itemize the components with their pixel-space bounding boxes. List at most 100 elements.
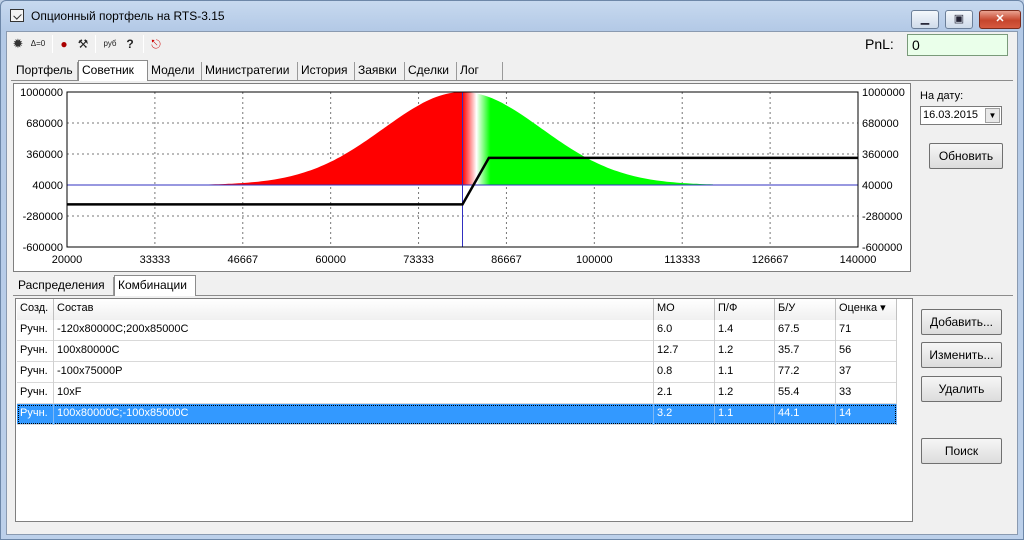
cell-bu: 67.5 (775, 320, 836, 341)
cell-created: Ручн. (17, 383, 54, 404)
minimize-button[interactable]: ▁ (911, 10, 939, 29)
cell-bu: 77.2 (775, 362, 836, 383)
date-value: 16.03.2015 (923, 109, 979, 121)
toolbar: ✹ Δ=0 ● ⚒ руб ? ⎋ PnL: 0 (7, 32, 1017, 56)
tab-divider (11, 80, 1013, 81)
col-header-bu[interactable]: Б/У (775, 299, 836, 320)
x-tick-label: 46667 (227, 254, 258, 266)
wrench-icon[interactable]: ⚒ (75, 36, 91, 52)
col-header-score-label: Оценка (839, 302, 878, 314)
cell-pf: 1.1 (715, 362, 775, 383)
sort-down-icon: ▾ (880, 302, 886, 314)
client-area: ✹ Δ=0 ● ⚒ руб ? ⎋ PnL: 0 Портфель Советн… (6, 31, 1018, 535)
tab-orders[interactable]: Заявки (355, 62, 405, 80)
col-header-pf[interactable]: П/Ф (715, 299, 775, 320)
cell-score: 71 (836, 320, 897, 341)
pnl-label: PnL: (865, 36, 894, 52)
title-bar[interactable]: Опционный портфель на RTS-3.15 ▁ ▣ ✕ (1, 1, 1023, 31)
cell-mo: 12.7 (654, 341, 715, 362)
x-tick-label: 86667 (491, 254, 522, 266)
chart-panel: 20000 33333 46667 60000 73333 86667 100000 1133… (13, 83, 911, 272)
close-icon: ✕ (995, 13, 1005, 25)
cell-created: Ручн. (17, 404, 54, 425)
combinations-table[interactable]: Созд. Состав МО П/Ф Б/У Оценка ▾ Ручн. -1… (15, 298, 913, 522)
y-tick-label-right: -600000 (862, 242, 902, 254)
y-tick-label-right: 680000 (862, 118, 899, 130)
table-row[interactable]: Ручн. 100x80000C;-100x85000C 3.2 1.1 44.1 14 (17, 404, 897, 425)
cell-composition: 10xF (54, 383, 654, 404)
cell-pf: 1.2 (715, 341, 775, 362)
x-tick-label: 20000 (52, 254, 83, 266)
pnl-field[interactable]: 0 (907, 34, 1008, 56)
cell-bu: 35.7 (775, 341, 836, 362)
y-tick-label-right: 40000 (862, 180, 893, 192)
delta-zero-icon[interactable]: Δ=0 (27, 36, 49, 52)
add-button[interactable]: Добавить... (921, 309, 1002, 335)
close-button[interactable]: ✕ (979, 10, 1021, 29)
cell-pf: 1.4 (715, 320, 775, 341)
cell-mo: 6.0 (654, 320, 715, 341)
x-tick-label: 100000 (576, 254, 613, 266)
table-row[interactable]: Ручн. -120x80000C;200x85000C 6.0 1.4 67.5 71 (17, 320, 897, 341)
tab-log[interactable]: Лог (457, 62, 503, 80)
delete-button[interactable]: Удалить (921, 376, 1002, 402)
col-header-score[interactable]: Оценка ▾ (836, 299, 897, 320)
x-tick-label: 33333 (140, 254, 171, 266)
cell-score: 56 (836, 341, 897, 362)
toolbar-separator (52, 35, 53, 53)
cell-score: 37 (836, 362, 897, 383)
cell-created: Ручн. (17, 320, 54, 341)
cell-mo: 2.1 (654, 383, 715, 404)
y-tick-label-left: -600000 (23, 242, 63, 254)
y-tick-label-right: 360000 (862, 149, 899, 161)
piggy-icon[interactable]: ● (57, 36, 71, 52)
y-tick-label-left: -280000 (23, 211, 63, 223)
help-icon[interactable]: ? (121, 36, 139, 52)
col-header-mo[interactable]: МО (654, 299, 715, 320)
tab-ministrategies[interactable]: Министратегии (202, 62, 298, 80)
rub-icon[interactable]: руб (99, 36, 121, 52)
gear-icon[interactable]: ✹ (11, 36, 25, 52)
refresh-button[interactable]: Обновить (929, 143, 1003, 169)
tab-combinations[interactable]: Комбинации (114, 275, 196, 296)
x-tick-label: 60000 (315, 254, 346, 266)
date-select[interactable]: 16.03.2015 ▼ (920, 106, 1002, 125)
payoff-chart[interactable]: 20000 33333 46667 60000 73333 86667 100000 1133… (14, 84, 910, 271)
tab-deals[interactable]: Сделки (405, 62, 457, 80)
maximize-button[interactable]: ▣ (945, 10, 973, 29)
minimize-icon: ▁ (920, 13, 930, 25)
table-row[interactable]: Ручн. 10xF 2.1 1.2 55.4 33 (17, 383, 897, 404)
tab-portfolio[interactable]: Портфель (13, 62, 78, 80)
maximize-icon: ▣ (953, 13, 965, 25)
cell-score: 14 (836, 404, 897, 425)
tab-advisor[interactable]: Советник (78, 60, 148, 81)
tab-models[interactable]: Модели (148, 62, 202, 80)
chevron-down-icon[interactable]: ▼ (985, 108, 1000, 123)
table-header: Созд. Состав МО П/Ф Б/У Оценка ▾ (17, 299, 897, 320)
cell-composition: 100x80000C (54, 341, 654, 362)
col-header-composition[interactable]: Состав (54, 299, 654, 320)
x-tick-label: 113333 (664, 254, 700, 266)
y-tick-label-left: 680000 (26, 118, 63, 130)
cell-bu: 55.4 (775, 383, 836, 404)
search-button[interactable]: Поиск (921, 438, 1002, 464)
table-row[interactable]: Ручн. -100x75000P 0.8 1.1 77.2 37 (17, 362, 897, 383)
cell-composition: 100x80000C;-100x85000C (54, 404, 654, 425)
x-tick-label: 73333 (403, 254, 434, 266)
tab-distributions[interactable]: Распределения (15, 277, 114, 295)
tab-history[interactable]: История (298, 62, 355, 80)
cell-created: Ручн. (17, 362, 54, 383)
cell-pf: 1.2 (715, 383, 775, 404)
main-tabs: Портфель Советник Модели Министратегии И… (11, 60, 531, 81)
toolbar-separator (143, 35, 144, 53)
table-row[interactable]: Ручн. 100x80000C 12.7 1.2 35.7 56 (17, 341, 897, 362)
edit-button[interactable]: Изменить... (921, 342, 1002, 368)
y-tick-label-left: 1000000 (20, 87, 63, 99)
main-window: Опционный портфель на RTS-3.15 ▁ ▣ ✕ ✹ Δ… (0, 0, 1024, 540)
cell-mo: 3.2 (654, 404, 715, 425)
col-header-created[interactable]: Созд. (17, 299, 54, 320)
cell-mo: 0.8 (654, 362, 715, 383)
cell-pf: 1.1 (715, 404, 775, 425)
exit-icon[interactable]: ⎋ (148, 36, 164, 52)
y-tick-label-left: 360000 (26, 149, 63, 161)
